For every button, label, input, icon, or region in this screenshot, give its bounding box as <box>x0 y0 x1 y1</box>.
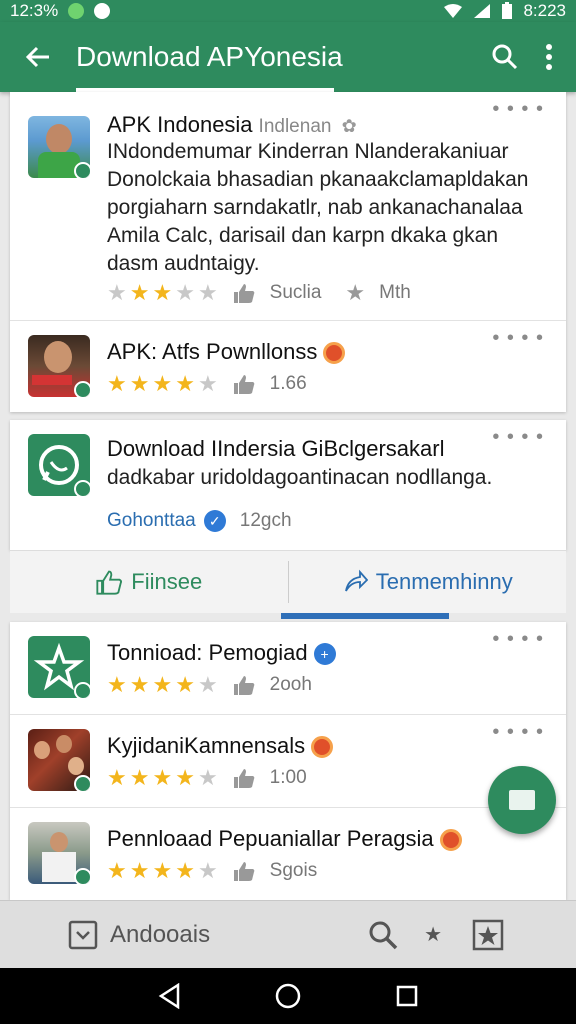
star-icon: ★ <box>345 280 366 305</box>
verified-icon <box>74 162 90 178</box>
nav-recents-icon[interactable] <box>396 985 418 1007</box>
more-options-icon[interactable]: • • • • <box>492 328 544 348</box>
download-box-icon[interactable] <box>68 920 98 950</box>
app-description: INdondemumar Kinderran Nlanderakaniuar D… <box>107 140 529 275</box>
plus-badge-icon: + <box>313 643 336 666</box>
more-options-icon[interactable]: • • • • <box>492 722 544 742</box>
more-options-icon[interactable]: • • • • <box>492 99 544 119</box>
app-meta: Suclia <box>269 282 322 303</box>
like-button[interactable]: Fiinsee <box>10 561 289 603</box>
app-thumbnail <box>28 729 90 791</box>
app-subtitle: Indlenan <box>258 116 332 137</box>
star-icon[interactable]: ★ <box>424 922 442 947</box>
floating-action-button[interactable] <box>488 766 556 834</box>
thumbs-up-icon <box>233 862 255 881</box>
list-item[interactable]: Tonnioad: Pemogiad + • • • • ★ ★ ★ ★ ★ 2ooh <box>10 622 566 715</box>
settings-icon: ✿ <box>341 116 357 136</box>
share-label: Tenmemhinny <box>375 569 513 594</box>
status-bar: 12:3% 8:223 <box>0 0 576 22</box>
rating-stars: ★ ★ ★ ★ ★ <box>107 672 218 697</box>
verified-developer-icon: ✓ <box>203 510 226 532</box>
verified-icon <box>74 868 90 884</box>
app-thumbnail <box>28 822 90 884</box>
hot-badge-icon <box>311 736 334 759</box>
rating-stars: ★ ★ ★ ★ ★ <box>107 858 218 883</box>
more-options-icon[interactable]: • • • • <box>492 629 544 649</box>
wifi-icon <box>444 4 463 18</box>
verified-icon <box>74 775 90 791</box>
app-description: dadkabar uridoldagoantinacan nodllanga. <box>107 466 493 489</box>
app-meta: 12gch <box>239 510 292 531</box>
list-item[interactable]: Pennloaad Pepuaniallar Peragsia ★ ★ ★ ★ ★ Sg… <box>10 808 566 900</box>
search-icon[interactable] <box>368 920 398 950</box>
app-list-card: APK Indonesia Indlenan ✿ • • • • INdondem… <box>10 92 566 412</box>
list-item[interactable]: APK Indonesia Indlenan ✿ • • • • INdondem… <box>10 92 566 321</box>
app-title: Tonnioad: Pemogiad <box>107 640 308 665</box>
like-label: Fiinsee <box>131 569 203 594</box>
app-title: Pennloaad Pepuaniallar Peragsia <box>107 826 434 851</box>
app-meta: 1:00 <box>269 767 307 788</box>
app-title: KyjidaniKamnensals <box>107 733 306 758</box>
action-bar: Fiinsee Tenmemhinny <box>10 550 566 613</box>
app-thumbnail <box>28 636 90 698</box>
thumbs-up-icon <box>233 284 255 303</box>
app-meta: Sgois <box>269 860 318 881</box>
verified-icon <box>74 480 90 496</box>
nav-back-icon[interactable] <box>158 983 180 1009</box>
list-item[interactable]: KyjidaniKamnensals • • • • ★ ★ ★ ★ ★ 1:00 <box>10 715 566 808</box>
app-title: APK Indonesia <box>107 112 253 137</box>
nav-home-icon[interactable] <box>275 983 301 1009</box>
status-text: 12:3% <box>10 1 59 20</box>
thumbs-up-icon <box>233 375 255 394</box>
featured-app-card[interactable]: Download IIndersia GiBclgersakarl • • • … <box>10 420 566 550</box>
more-options-icon[interactable]: • • • • <box>492 427 544 447</box>
selection-indicator <box>281 613 449 619</box>
window-icon <box>509 790 535 810</box>
app-meta-2: Mth <box>379 282 411 303</box>
share-icon <box>344 569 368 592</box>
signal-icon <box>474 4 491 18</box>
app-title: Download IIndersia GiBclgersakarl <box>107 436 445 461</box>
app-thumbnail <box>28 434 90 496</box>
verified-icon <box>74 682 90 698</box>
more-vert-icon[interactable] <box>546 44 552 70</box>
back-button[interactable] <box>0 46 76 68</box>
status-time: 8:223 <box>523 1 566 20</box>
favorites-box-icon[interactable] <box>472 919 504 951</box>
app-thumbnail <box>28 116 90 178</box>
system-nav-bar <box>0 968 576 1024</box>
thumbs-up-icon <box>233 769 255 788</box>
rating-stars: ★ ★ ★ ★ ★ <box>107 765 218 790</box>
list-item[interactable]: APK: Atfs Pownllonss • • • • ★ ★ ★ ★ ★ 1.66 <box>10 321 566 412</box>
app-thumbnail <box>28 335 90 397</box>
search-icon[interactable] <box>492 44 518 70</box>
thumbs-up-icon <box>233 676 255 695</box>
rating-stars: ★ ★ ★ ★ ★ <box>107 371 218 396</box>
battery-icon <box>502 2 513 19</box>
verified-icon <box>74 381 90 397</box>
app-notification-icon <box>94 3 111 19</box>
thumbs-up-icon <box>96 570 123 595</box>
bottom-label[interactable]: Andooais <box>110 921 210 949</box>
app-meta: 2ooh <box>269 674 312 695</box>
rating-stars: ★ ★ ★ ★ ★ <box>107 280 218 305</box>
app-title: APK: Atfs Pownllonss <box>107 339 318 364</box>
notification-icon <box>68 3 85 19</box>
hot-badge-icon <box>323 342 346 365</box>
tab-title[interactable]: Download APYonesia <box>76 22 492 92</box>
app-bar: Download APYonesia <box>0 22 576 92</box>
developer-name[interactable]: Gohonttaa <box>107 510 196 532</box>
hot-badge-icon <box>439 829 462 852</box>
app-list-card-2: Tonnioad: Pemogiad + • • • • ★ ★ ★ ★ ★ 2ooh K… <box>10 622 566 900</box>
app-meta: 1.66 <box>269 373 307 394</box>
share-button[interactable]: Tenmemhinny <box>289 551 567 613</box>
arrow-left-icon <box>25 46 49 68</box>
page-title: Download APYonesia <box>76 41 343 72</box>
bottom-bar: Andooais ★ <box>0 900 576 968</box>
